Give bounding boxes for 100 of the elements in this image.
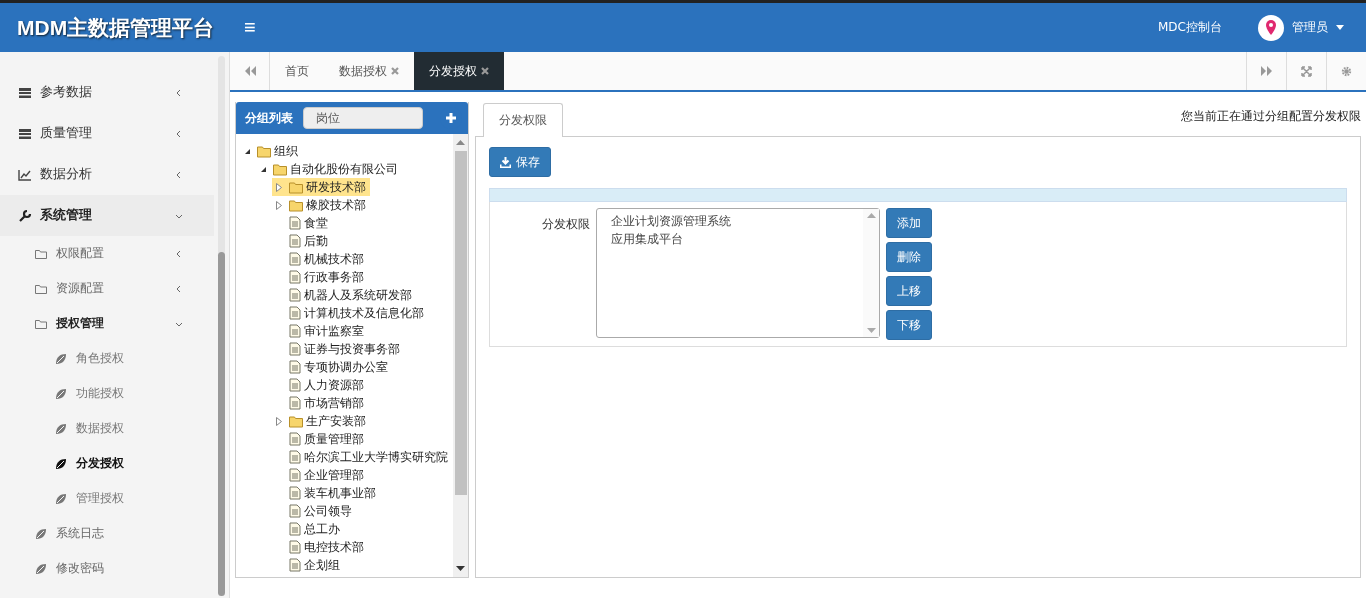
tree-node[interactable]: 企业管理部 bbox=[272, 466, 368, 484]
tree-node[interactable]: 后勤 bbox=[272, 232, 332, 250]
double-left-icon bbox=[243, 66, 256, 76]
action-button[interactable]: 删除 bbox=[886, 242, 932, 272]
document-icon bbox=[288, 288, 302, 302]
sidebar-item[interactable]: 质量管理 bbox=[0, 113, 214, 154]
line-chart-icon bbox=[18, 167, 32, 182]
sidebar-item[interactable]: 数据授权 bbox=[0, 411, 214, 446]
double-right-icon bbox=[1260, 66, 1273, 76]
save-button[interactable]: 保存 bbox=[489, 147, 551, 177]
tree-node[interactable]: 计算机技术及信息化部 bbox=[272, 304, 428, 322]
document-icon bbox=[288, 360, 302, 374]
tree-node[interactable]: 自动化股份有限公司 bbox=[256, 160, 402, 178]
section-tab[interactable]: 分发权限 bbox=[483, 103, 563, 137]
sidebar-item[interactable]: 系统管理 bbox=[0, 195, 214, 236]
field-label: 分发权限 bbox=[541, 216, 590, 233]
collapsed-triangle-icon[interactable] bbox=[276, 416, 282, 426]
leaf-icon bbox=[34, 526, 48, 541]
document-icon bbox=[288, 432, 302, 446]
hint-text: 您当前正在通过分组配置分发权限 bbox=[1181, 108, 1361, 125]
document-icon bbox=[288, 216, 302, 230]
tree-node[interactable]: 证券与投资事务部 bbox=[272, 340, 404, 358]
app-title: MDM主数据管理平台 bbox=[16, 14, 216, 41]
document-icon bbox=[288, 252, 302, 266]
action-button[interactable]: 上移 bbox=[886, 276, 932, 306]
document-icon bbox=[288, 342, 302, 356]
caret-icon bbox=[1336, 25, 1344, 30]
tree-node[interactable]: 组织 bbox=[240, 142, 302, 160]
panel-title: 分组列表 bbox=[245, 109, 293, 127]
sidebar-item[interactable]: 系统日志 bbox=[0, 516, 214, 551]
avatar-icon bbox=[1258, 14, 1284, 41]
document-icon bbox=[288, 486, 302, 500]
search-field[interactable]: 岗位 bbox=[303, 107, 423, 129]
scrollbar-thumb[interactable] bbox=[218, 252, 225, 596]
sidebar-item[interactable]: 参考数据 bbox=[0, 72, 214, 113]
document-icon bbox=[288, 234, 302, 248]
tree-node[interactable]: 审计监察室 bbox=[272, 322, 368, 340]
sidebar-item[interactable]: 功能授权 bbox=[0, 376, 214, 411]
document-icon bbox=[288, 558, 302, 572]
sidebar-item[interactable]: 管理授权 bbox=[0, 481, 214, 516]
sidebar-item[interactable]: 分发授权 bbox=[0, 446, 214, 481]
folder-icon bbox=[288, 198, 304, 212]
folder-icon bbox=[272, 162, 288, 176]
page-tab[interactable]: 首页 bbox=[270, 52, 324, 90]
tree-node[interactable]: 装车机事业部 bbox=[272, 484, 380, 502]
tree-node[interactable]: 总工办 bbox=[272, 520, 344, 538]
document-icon bbox=[288, 396, 302, 410]
tree-node[interactable]: 市场营销部 bbox=[272, 394, 368, 412]
sidebar-item[interactable]: 授权管理 bbox=[0, 306, 214, 341]
list-box[interactable]: 企业计划资源管理系统 应用集成平台 bbox=[596, 208, 880, 338]
document-icon bbox=[288, 468, 302, 482]
menu-button[interactable]: ≡ bbox=[238, 15, 262, 40]
tree-node[interactable]: 机械技术部 bbox=[272, 250, 368, 268]
list-icon bbox=[18, 126, 32, 141]
tree-node[interactable]: 研发技术部 bbox=[272, 178, 370, 196]
tree-node[interactable]: 企划组 bbox=[272, 556, 344, 574]
tree-node[interactable]: 行政事务部 bbox=[272, 268, 368, 286]
scroll-up-icon[interactable] bbox=[456, 140, 465, 145]
action-button[interactable]: 添加 bbox=[886, 208, 932, 238]
leaf-icon bbox=[54, 421, 68, 436]
close-icon[interactable] bbox=[481, 67, 489, 75]
page-tab[interactable]: 数据授权 bbox=[324, 52, 414, 90]
sidebar-item[interactable]: 资源配置 bbox=[0, 271, 214, 306]
document-icon bbox=[288, 522, 302, 536]
sidebar-item[interactable]: 权限配置 bbox=[0, 236, 214, 271]
scroll-down-icon[interactable] bbox=[456, 566, 465, 571]
sidebar-item[interactable]: 角色授权 bbox=[0, 341, 214, 376]
tree-node[interactable]: 质量管理部 bbox=[272, 430, 368, 448]
action-button[interactable]: 下移 bbox=[886, 310, 932, 340]
wrench-icon bbox=[18, 208, 32, 223]
scroll-up-icon[interactable] bbox=[866, 213, 876, 218]
console-link[interactable]: MDC控制台 bbox=[1158, 19, 1222, 36]
tree-node[interactable]: 人力资源部 bbox=[272, 376, 368, 394]
expanded-triangle-icon[interactable] bbox=[259, 165, 267, 173]
leaf-icon bbox=[54, 386, 68, 401]
list-option[interactable]: 应用集成平台 bbox=[611, 231, 849, 248]
tree-node[interactable]: 食堂 bbox=[272, 214, 332, 232]
leaf-icon bbox=[54, 351, 68, 366]
sidebar-item[interactable]: 修改密码 bbox=[0, 551, 214, 586]
tree-node[interactable]: 机器人及系统研发部 bbox=[272, 286, 416, 304]
page-tab[interactable]: 分发授权 bbox=[414, 52, 504, 90]
tree-node[interactable]: 专项协调办公室 bbox=[272, 358, 392, 376]
tree-node[interactable]: 生产安装部 bbox=[272, 412, 370, 430]
document-icon bbox=[288, 270, 302, 284]
close-icon[interactable] bbox=[391, 67, 399, 75]
document-icon bbox=[288, 504, 302, 518]
tree-node[interactable]: 电控技术部 bbox=[272, 538, 368, 556]
sidebar-item[interactable]: 数据分析 bbox=[0, 154, 214, 195]
list-icon bbox=[18, 85, 32, 100]
leaf-icon bbox=[34, 561, 48, 576]
user-menu[interactable]: 管理员 bbox=[1252, 13, 1350, 42]
tree-node[interactable]: 公司领导 bbox=[272, 502, 356, 520]
document-icon bbox=[288, 378, 302, 392]
settings-icon bbox=[1341, 65, 1352, 77]
tree-node[interactable]: 哈尔滨工业大学博实研究院 bbox=[272, 448, 452, 466]
tree-node[interactable]: 橡胶技术部 bbox=[272, 196, 370, 214]
expanded-triangle-icon[interactable] bbox=[243, 147, 251, 155]
list-option[interactable]: 企业计划资源管理系统 bbox=[611, 213, 849, 230]
scrollbar-thumb[interactable] bbox=[454, 151, 467, 495]
expand-arrows-icon bbox=[1301, 65, 1312, 77]
